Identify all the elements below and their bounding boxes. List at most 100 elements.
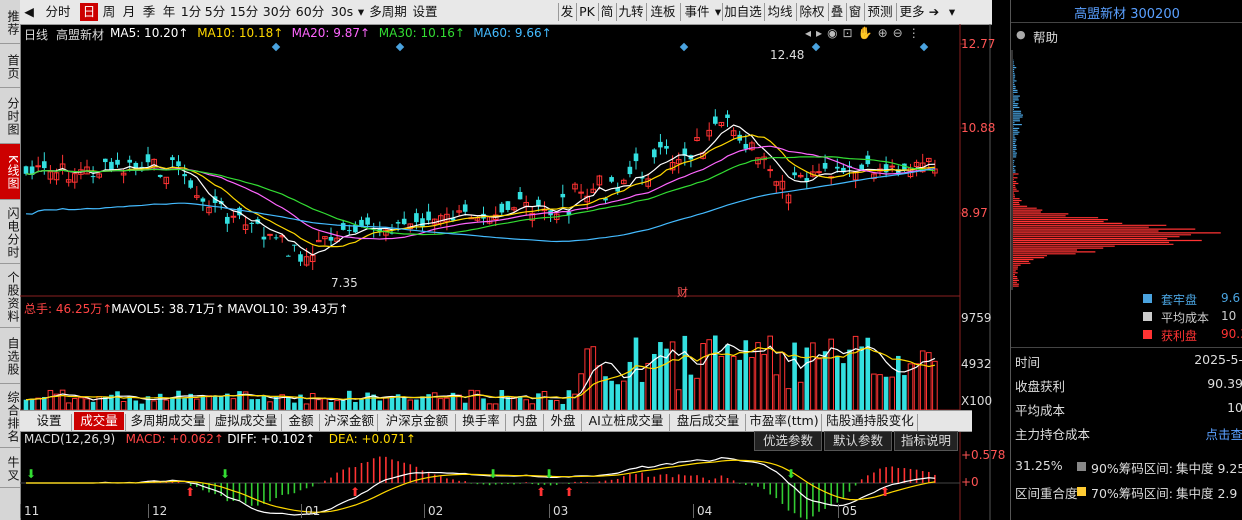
volume-bar: [639, 381, 645, 410]
default-params-button[interactable]: 默认参数: [824, 431, 892, 451]
volume-bar: [309, 392, 316, 411]
toolbar-action[interactable]: 更多: [898, 3, 926, 21]
period-tab[interactable]: 季: [140, 3, 158, 21]
toolbar-action[interactable]: 九转: [618, 3, 644, 21]
indicator-tab[interactable]: 虚拟成交量: [212, 412, 280, 430]
volume-bar: [603, 376, 608, 410]
volume-bar: [431, 392, 438, 411]
indicator-tab[interactable]: 换手率: [458, 412, 504, 430]
left-tab[interactable]: 闪电分时: [0, 200, 20, 264]
finance-marker[interactable]: 财: [677, 284, 688, 300]
left-tab[interactable]: 牛叉: [0, 448, 20, 488]
candle-body: [633, 153, 639, 162]
indicator-tab[interactable]: 外盘: [546, 412, 580, 430]
toolbar-action[interactable]: 事件: [682, 3, 712, 21]
left-tab[interactable]: 首页: [0, 44, 20, 88]
indicator-tab[interactable]: 多周期成交量: [128, 412, 208, 430]
volume-bar: [706, 339, 713, 411]
help-link[interactable]: 帮助: [1033, 27, 1058, 46]
left-tab[interactable]: 推荐: [0, 0, 20, 44]
stat-label: 主力持仓成本: [1015, 427, 1091, 442]
toolbar-action[interactable]: 简: [600, 3, 614, 21]
back-arrow-icon[interactable]: ◀: [22, 3, 36, 21]
volume-bar: [151, 400, 157, 411]
volume-bar: [218, 396, 224, 410]
hand-icon[interactable]: ✋: [858, 26, 878, 40]
period-tab[interactable]: 多周期: [368, 3, 408, 21]
toolbar-dropdown-icon[interactable]: ▾: [946, 3, 958, 21]
left-tab[interactable]: 个股资料: [0, 264, 20, 328]
chart-tool-icons[interactable]: ◂▸◉⊡✋⊕⊖⋮: [805, 26, 925, 40]
indicator-tab[interactable]: 成交量: [74, 412, 124, 430]
toolbar-action[interactable]: 窗: [848, 3, 862, 21]
period-tab[interactable]: 日: [80, 3, 98, 21]
price-axis-mid: 10.88: [961, 121, 996, 135]
lock-icon[interactable]: ⊡: [843, 26, 858, 40]
eye-icon[interactable]: ◉: [827, 26, 842, 40]
period-tab[interactable]: 设置: [410, 3, 440, 21]
toolbar-action[interactable]: 连板: [648, 3, 678, 21]
candle-body: [517, 192, 523, 200]
volume-bar: [35, 397, 41, 411]
toolbar-action[interactable]: 预测: [866, 3, 894, 21]
indicator-tab[interactable]: AI立桩成交量: [584, 412, 668, 430]
toolbar-action[interactable]: 除权: [798, 3, 826, 21]
zoom-out-icon[interactable]: ⊖: [893, 26, 908, 40]
toolbar-action[interactable]: 叠: [830, 3, 844, 21]
more-dots-icon[interactable]: ⋮: [908, 26, 925, 40]
volume-bar: [414, 399, 419, 410]
volume-bar: [694, 377, 700, 411]
volume-bar: [713, 335, 718, 410]
indicator-tab[interactable]: 内盘: [508, 412, 542, 430]
left-tab[interactable]: 综合排名: [0, 384, 20, 448]
arrow-right-icon[interactable]: ▸: [816, 26, 827, 40]
period-tab[interactable]: 1分: [180, 3, 202, 21]
toolbar-action[interactable]: 均线: [766, 3, 794, 21]
indicator-tab[interactable]: 市盈率(ttm): [748, 412, 820, 430]
left-tab[interactable]: 自选股: [0, 328, 20, 384]
period-tab[interactable]: 周: [100, 3, 118, 21]
chip-legend-row: 获利盘 90.3: [1011, 326, 1242, 344]
toolbar-action[interactable]: PK: [578, 3, 596, 21]
exit-arrow-icon[interactable]: ➔: [924, 3, 944, 21]
volume-bar: [536, 393, 541, 410]
volume-bar: [90, 401, 96, 410]
volume-bar: [237, 391, 242, 410]
period-dropdown-icon[interactable]: ▾: [356, 3, 366, 21]
candle-body: [42, 161, 47, 169]
period-tab[interactable]: 分时: [38, 3, 78, 21]
event-dropdown-icon[interactable]: ▾: [714, 3, 722, 21]
arrow-left-icon[interactable]: ◂: [805, 26, 816, 40]
indicator-tab[interactable]: 设置: [28, 412, 70, 430]
help-icon[interactable]: ●: [1016, 28, 1026, 41]
period-tab[interactable]: 30s: [328, 3, 356, 21]
period-tab[interactable]: 5分: [204, 3, 226, 21]
toolbar-action[interactable]: 发: [560, 3, 574, 21]
left-tab[interactable]: K线图: [0, 144, 20, 200]
volume-bar: [822, 351, 828, 410]
period-tab[interactable]: 15分: [228, 3, 260, 21]
period-tab[interactable]: 30分: [262, 3, 292, 21]
indicator-tab[interactable]: 沪深京金额: [380, 412, 454, 430]
period-tab[interactable]: 月: [120, 3, 138, 21]
volume-bar: [877, 374, 883, 411]
candle-body: [347, 230, 352, 232]
indicator-tab[interactable]: 陆股通持股变化: [824, 412, 916, 430]
indicator-tab[interactable]: 盘后成交量: [672, 412, 744, 430]
toolbar-action[interactable]: 加自选: [724, 3, 762, 21]
zoom-in-icon[interactable]: ⊕: [878, 26, 893, 40]
volume-bar: [523, 399, 529, 411]
stat-value[interactable]: 点击查: [1205, 424, 1242, 443]
indicator-help-button[interactable]: 指标说明: [894, 431, 958, 451]
volume-bar: [200, 395, 206, 410]
date-tick: 11: [24, 504, 40, 518]
signal-arrow-icon: ⬇: [26, 467, 36, 481]
left-tab[interactable]: 分时图: [0, 88, 20, 144]
preferred-params-button[interactable]: 优选参数: [754, 431, 822, 451]
candle-body: [395, 222, 401, 224]
period-tab[interactable]: 年: [160, 3, 178, 21]
legend-swatch: [1143, 294, 1152, 303]
indicator-tab[interactable]: 金额: [284, 412, 318, 430]
indicator-tab[interactable]: 沪深金额: [322, 412, 376, 430]
period-tab[interactable]: 60分: [294, 3, 326, 21]
